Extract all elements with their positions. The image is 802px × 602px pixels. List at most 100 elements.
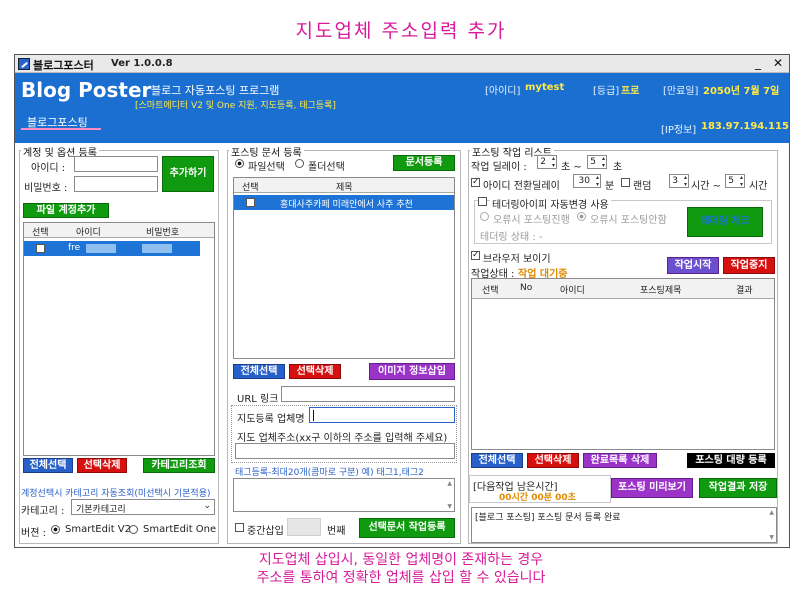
map-business-name-input[interactable] bbox=[309, 407, 455, 423]
scroll-up-icon[interactable]: ▲ bbox=[447, 480, 452, 487]
map-address-input[interactable] bbox=[235, 443, 455, 459]
document-select-all-button[interactable]: 전체선택 bbox=[233, 364, 285, 379]
register-document-button[interactable]: 문서등록 bbox=[393, 155, 455, 171]
stop-job-button[interactable]: 작업중지 bbox=[723, 257, 775, 274]
account-row-id: fre bbox=[68, 243, 81, 253]
document-group-title: 포스팅 문서 등록 bbox=[229, 144, 304, 159]
version-one-radio[interactable] bbox=[129, 525, 138, 534]
random-from-spinner[interactable]: 3 bbox=[669, 174, 689, 188]
tag-input[interactable]: ▲ ▼ bbox=[233, 478, 455, 512]
text-caret bbox=[313, 410, 314, 421]
id-switch-checkbox[interactable]: ✓ bbox=[471, 177, 480, 187]
browser-visible-label: 브라우저 보이기 bbox=[483, 254, 551, 265]
category-label: 카테고리 : bbox=[21, 506, 65, 517]
delay-to-spinner[interactable]: 5 bbox=[587, 155, 607, 169]
doc-col-select: 선택 bbox=[242, 183, 259, 193]
app-window: 블로그포스터 Ver 1.0.0.8 _ ✕ Blog Poster 블로그 자… bbox=[14, 54, 790, 548]
delete-completed-button[interactable]: 완료목록 삭제 bbox=[583, 453, 657, 468]
close-button[interactable]: ✕ bbox=[769, 56, 787, 71]
col-id: 아이디 bbox=[76, 228, 101, 238]
bottom-caption-line1: 지도업체 삽입시, 동일한 업체명이 존재하는 경우 bbox=[258, 552, 544, 568]
document-list[interactable]: 선택 제목 홍대사주카페 미래안에서 사주 추천 bbox=[233, 177, 455, 359]
id-switch-spinner[interactable]: 30 bbox=[573, 174, 601, 188]
random-unit: 시간 bbox=[749, 181, 768, 192]
tether-stop-radio[interactable] bbox=[577, 212, 586, 221]
image-info-insert-button[interactable]: 이미지 정보삽입 bbox=[369, 363, 455, 380]
job-delete-selected-button[interactable]: 선택삭제 bbox=[527, 453, 579, 468]
file-select-radio[interactable] bbox=[235, 159, 244, 168]
ip-value: 183.97.194.115 bbox=[701, 121, 789, 132]
document-row[interactable]: 홍대사주카페 미래안에서 사주 추천 bbox=[234, 195, 454, 210]
account-row[interactable]: fre bbox=[24, 241, 200, 256]
grade-value: 프로 bbox=[621, 86, 640, 97]
version-v2-radio[interactable] bbox=[51, 525, 60, 534]
start-job-button[interactable]: 작업시작 bbox=[667, 257, 719, 274]
log-box[interactable]: [블로그 포스팅] 포스팅 문서 등록 완료 ▲ ▼ bbox=[471, 507, 777, 543]
random-checkbox[interactable] bbox=[621, 178, 630, 187]
expire-value: 2050년 7월 7일 bbox=[703, 86, 780, 97]
add-account-button[interactable]: 추가하기 bbox=[162, 156, 214, 192]
document-delete-selected-button[interactable]: 선택삭제 bbox=[289, 364, 341, 379]
window-title: 블로그포스터 bbox=[33, 59, 94, 72]
account-row-checkbox[interactable] bbox=[36, 244, 45, 253]
tether-continue-radio[interactable] bbox=[480, 212, 489, 221]
category-auto-note: 계정선택시 카테고리 자동조회(미선택시 기본적용) bbox=[21, 489, 211, 499]
document-row-checkbox[interactable] bbox=[246, 198, 255, 207]
delay-label: 작업 딜레이 : bbox=[471, 162, 527, 173]
file-account-add-button[interactable]: 파일 계정추가 bbox=[23, 203, 109, 218]
app-feature-note: [스마트에디터 V2 및 One 지원, 지도등록, 태그등록] bbox=[135, 101, 336, 111]
job-list-header: 선택 No 아이디 포스팅제목 결과 bbox=[472, 279, 774, 299]
delay-separator: 초 ~ bbox=[561, 162, 582, 173]
folder-select-label: 폴더선택 bbox=[308, 162, 345, 173]
account-row-id-redacted bbox=[86, 244, 116, 253]
tether-state: 테더링 상태 : - bbox=[480, 232, 543, 243]
account-pw-label: 비밀번호 : bbox=[24, 183, 68, 194]
tethering-label: 테더링아이피 자동변경 사용 bbox=[490, 196, 611, 211]
id-label: [아이디] bbox=[485, 86, 521, 97]
random-to-spinner[interactable]: 5 bbox=[725, 174, 745, 188]
document-list-header: 선택 제목 bbox=[234, 178, 454, 193]
bulk-register-button[interactable]: 포스팅 대량 등록 bbox=[687, 453, 775, 468]
tether-continue-label: 오류시 포스팅진행 bbox=[493, 215, 570, 226]
mid-insert-unit: 번째 bbox=[327, 526, 346, 537]
random-separator: 시간 ~ bbox=[691, 181, 721, 192]
url-link-input[interactable] bbox=[281, 386, 455, 402]
log-scroll-down-icon[interactable]: ▼ bbox=[769, 534, 774, 541]
job-list[interactable]: 선택 No 아이디 포스팅제목 결과 bbox=[471, 278, 775, 450]
log-text: [블로그 포스팅] 포스팅 문서 등록 완료 bbox=[475, 513, 621, 523]
mid-insert-checkbox[interactable] bbox=[235, 523, 244, 532]
account-row-password-redacted bbox=[142, 244, 172, 253]
browser-visible-checkbox[interactable]: ✓ bbox=[471, 250, 480, 260]
save-job-result-button[interactable]: 작업결과 저장 bbox=[699, 478, 777, 498]
account-delete-selected-button[interactable]: 선택삭제 bbox=[77, 458, 127, 473]
register-selected-documents-button[interactable]: 선택문서 작업등록 bbox=[359, 518, 455, 538]
account-pw-input[interactable] bbox=[74, 176, 158, 192]
ip-label: [IP정보] bbox=[661, 125, 697, 136]
scroll-down-icon[interactable]: ▼ bbox=[447, 503, 452, 510]
window-version: Ver 1.0.0.8 bbox=[111, 58, 173, 69]
posting-preview-button[interactable]: 포스팅 미리보기 bbox=[611, 478, 693, 498]
bottom-caption-line2: 주소를 통하여 정확한 업체를 삽입 할 수 있습니다 bbox=[256, 570, 546, 586]
top-caption: 지도업체 주소입력 추가 bbox=[295, 20, 507, 42]
tethering-checkbox[interactable] bbox=[478, 197, 487, 206]
job-select-all-button[interactable]: 전체선택 bbox=[471, 453, 523, 468]
category-select-value: 기본카테고리 bbox=[76, 505, 126, 515]
minimize-button[interactable]: _ bbox=[749, 56, 767, 71]
app-subtitle: 블로그 자동포스팅 프로그램 bbox=[151, 84, 280, 97]
tether-check-button[interactable]: 테더링 체크 bbox=[687, 207, 763, 237]
version-one-label: SmartEdit One bbox=[143, 524, 217, 535]
mid-insert-input[interactable] bbox=[287, 518, 321, 536]
category-lookup-button[interactable]: 카테고리조회 bbox=[143, 458, 215, 473]
account-id-input[interactable] bbox=[74, 156, 158, 172]
col-select: 선택 bbox=[32, 228, 49, 238]
job-col-no: No bbox=[520, 283, 533, 293]
account-list[interactable]: 선택 아이디 비밀번호 fre bbox=[23, 222, 215, 456]
tether-stop-label: 오류시 포스팅안함 bbox=[590, 215, 667, 226]
delay-from-spinner[interactable]: 2 bbox=[537, 155, 557, 169]
folder-select-radio[interactable] bbox=[295, 159, 304, 168]
log-scroll-up-icon[interactable]: ▲ bbox=[769, 509, 774, 516]
account-select-all-button[interactable]: 전체선택 bbox=[23, 458, 73, 473]
chevron-down-icon: ⌄ bbox=[203, 501, 211, 511]
category-select[interactable]: 기본카테고리 ⌄ bbox=[71, 499, 215, 515]
account-list-header: 선택 아이디 비밀번호 bbox=[24, 223, 214, 238]
